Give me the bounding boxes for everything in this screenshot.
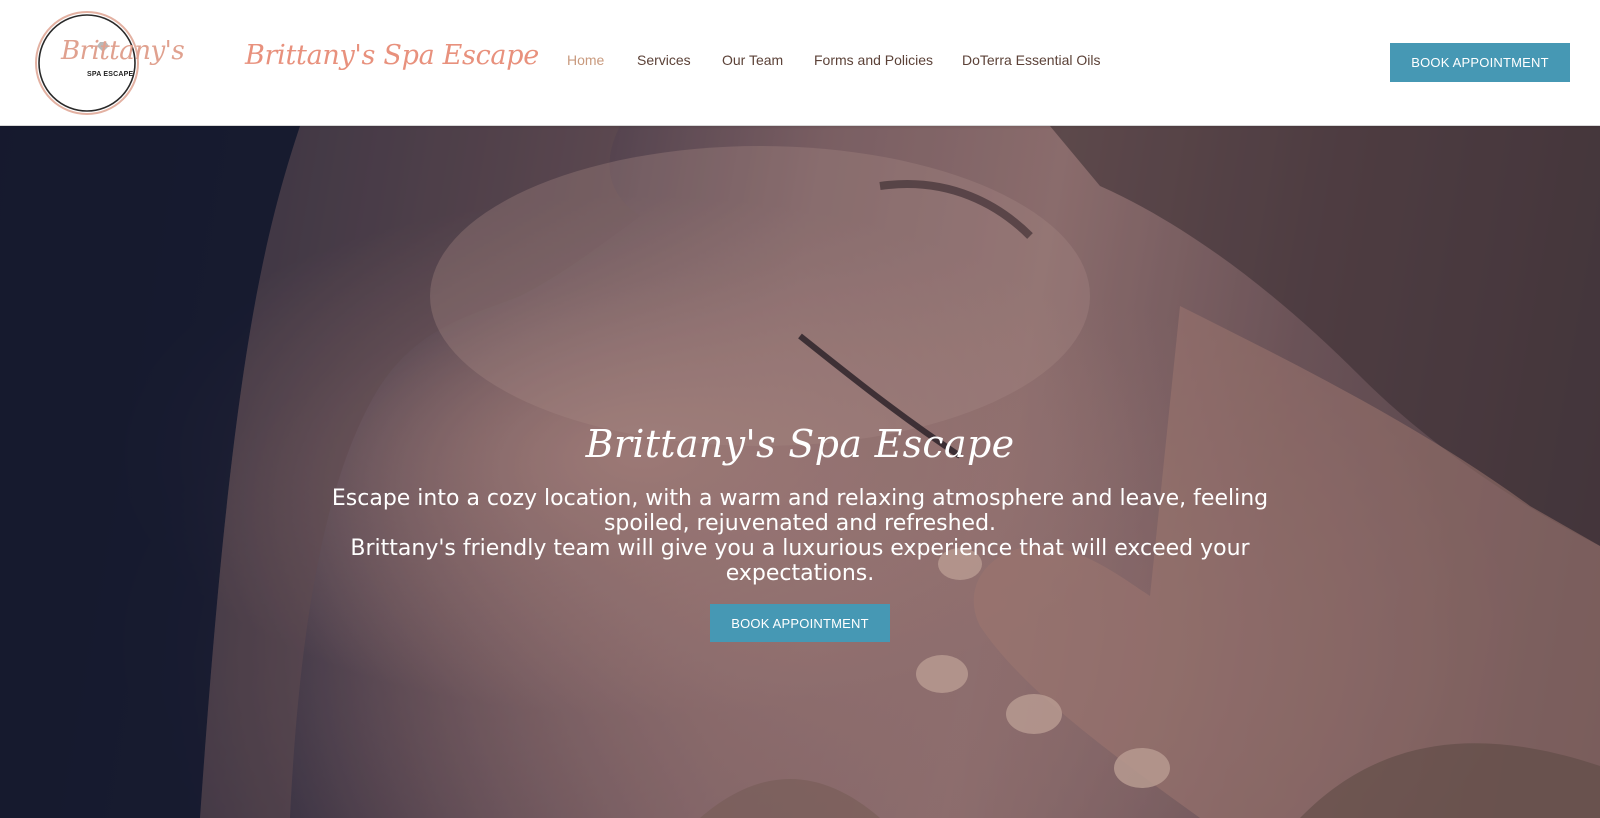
hero-book-appointment-button[interactable]: BOOK APPOINTMENT — [710, 604, 890, 642]
nav-item-home[interactable]: Home — [567, 52, 604, 68]
hero-title: Brittany's Spa Escape — [585, 422, 1015, 466]
header-book-appointment-button[interactable]: BOOK APPOINTMENT — [1390, 43, 1570, 82]
nav-item-services[interactable]: Services — [637, 52, 691, 68]
hero-overlay — [0, 126, 1600, 818]
site-header: Brittany's SPA ESCAPE Brittany's Spa Esc… — [0, 0, 1600, 126]
nav-item-our-team[interactable]: Our Team — [722, 52, 783, 68]
hero-section: Brittany's Spa Escape Escape into a cozy… — [0, 126, 1600, 818]
nav-item-doterra-essential-oils[interactable]: DoTerra Essential Oils — [962, 52, 1101, 68]
hero-description: Escape into a cozy location, with a warm… — [320, 486, 1280, 586]
nav-item-forms-and-policies[interactable]: Forms and Policies — [814, 52, 933, 68]
hero-paragraph-2: Brittany's friendly team will give you a… — [350, 536, 1250, 586]
main-nav: Home Services Our Team Forms and Policie… — [0, 52, 1600, 72]
hero-paragraph-1: Escape into a cozy location, with a warm… — [331, 486, 1269, 536]
logo-sub-text: SPA ESCAPE — [87, 71, 134, 78]
